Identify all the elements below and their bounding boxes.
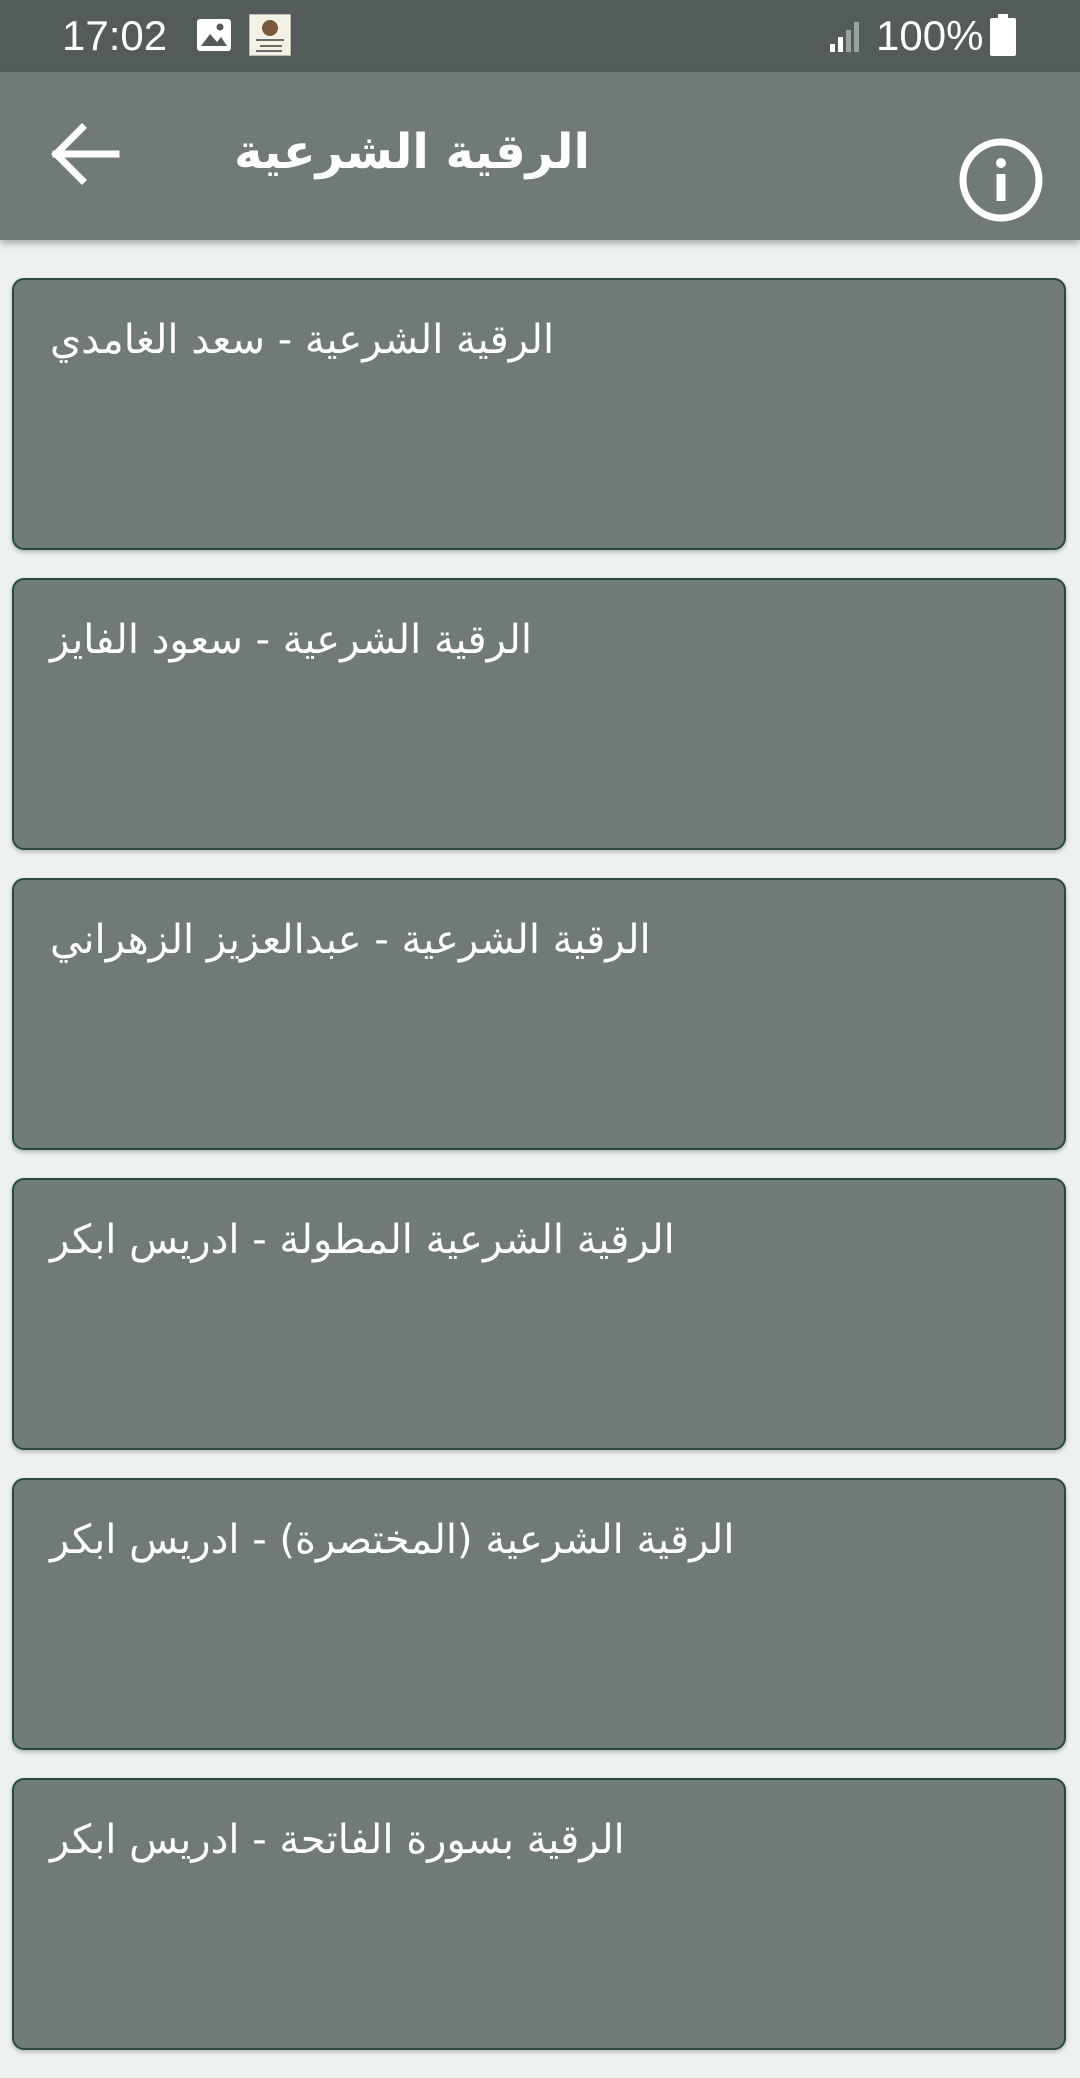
back-button[interactable] bbox=[36, 108, 132, 204]
info-icon bbox=[958, 137, 1044, 227]
signal-icon bbox=[828, 18, 864, 54]
status-bar: 17:02 100% bbox=[0, 0, 1080, 72]
battery-percentage: 100% bbox=[876, 12, 984, 59]
list-item-label: الرقية الشرعية - سعود الفايز bbox=[50, 617, 532, 663]
status-time: 17:02 bbox=[62, 12, 168, 59]
list-item[interactable]: الرقية الشرعية - سعد الغامدي bbox=[12, 278, 1066, 550]
app-notification-icon bbox=[249, 14, 291, 56]
list-item-label: الرقية بسورة الفاتحة - ادريس ابكر bbox=[50, 1817, 625, 1863]
list-item[interactable]: الرقية الشرعية (المختصرة) - ادريس ابكر bbox=[12, 1478, 1066, 1750]
page-title: الرقية الشرعية bbox=[234, 124, 590, 180]
image-icon bbox=[196, 18, 232, 52]
list-item[interactable]: الرقية الشرعية المطولة - ادريس ابكر bbox=[12, 1178, 1066, 1450]
app-bar: الرقية الشرعية bbox=[0, 72, 1080, 240]
battery-icon bbox=[990, 14, 1016, 56]
list-item[interactable]: الرقية الشرعية - سعود الفايز bbox=[12, 578, 1066, 850]
list-item-label: الرقية الشرعية المطولة - ادريس ابكر bbox=[50, 1217, 675, 1263]
recitation-list: الرقية الشرعية - سعد الغامدي الرقية الشر… bbox=[12, 278, 1068, 2078]
list-item-label: الرقية الشرعية - سعد الغامدي bbox=[50, 317, 555, 363]
list-item[interactable]: الرقية بسورة الفاتحة - ادريس ابكر bbox=[12, 1778, 1066, 2050]
arrow-back-icon bbox=[48, 118, 120, 194]
info-button[interactable] bbox=[956, 137, 1046, 227]
list-item[interactable]: الرقية الشرعية - عبدالعزيز الزهراني bbox=[12, 878, 1066, 1150]
list-item-label: الرقية الشرعية - عبدالعزيز الزهراني bbox=[50, 917, 651, 963]
list-item-label: الرقية الشرعية (المختصرة) - ادريس ابكر bbox=[50, 1517, 735, 1563]
